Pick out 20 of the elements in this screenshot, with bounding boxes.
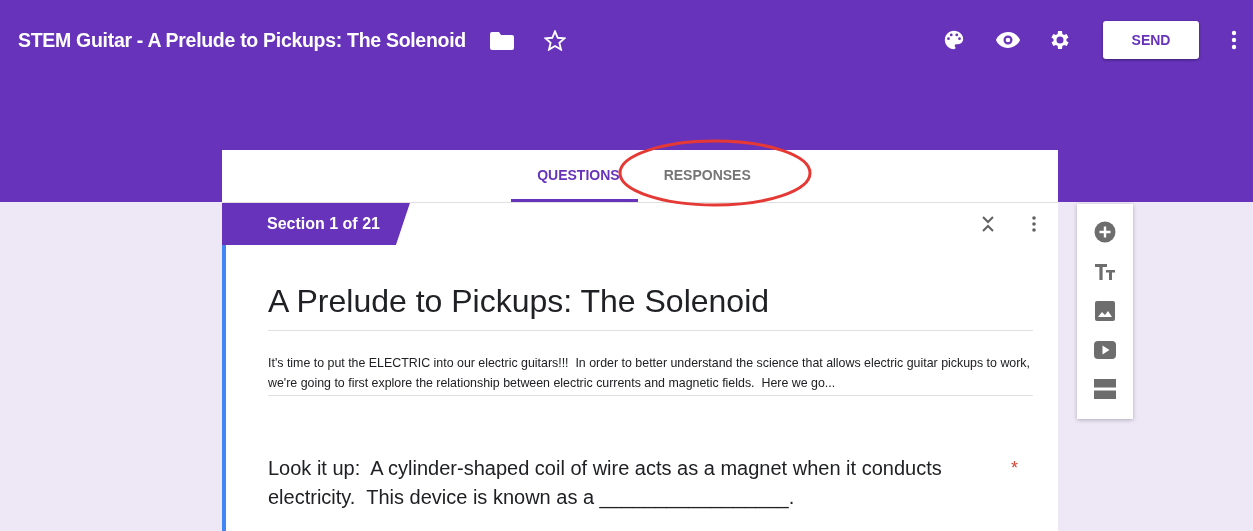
star-icon[interactable] (543, 29, 566, 51)
section-description[interactable]: It's time to put the ELECTRIC into our electric guitars!!! In order to better understand the science that allows electric guitar pickups to work, we're going to first explore the relationship between electric currents and magnetic fields. Here we go... (268, 353, 1033, 396)
video-icon[interactable] (1094, 341, 1116, 359)
section-icon[interactable] (1094, 379, 1116, 399)
add-icon[interactable] (1094, 221, 1116, 243)
send-button[interactable]: SEND (1103, 21, 1199, 59)
section-title[interactable]: A Prelude to Pickups: The Solenoid (268, 283, 1033, 331)
text-size-icon[interactable] (1094, 263, 1116, 281)
eye-icon[interactable] (995, 31, 1021, 49)
palette-icon[interactable] (943, 29, 965, 51)
folder-icon[interactable] (489, 30, 514, 50)
collapse-icon[interactable] (982, 216, 994, 232)
question-text: Look it up: A cylinder-shaped coil of wire acts as a magnet when it conducts electricity. This device is known as a _________________. (268, 456, 943, 511)
form-title[interactable]: STEM Guitar - A Prelude to Pickups: The Solenoid (18, 28, 466, 52)
required-mark: * (1011, 457, 1018, 480)
more-icon[interactable] (1032, 216, 1036, 232)
form-tab[interactable]: QUESTIONS (511, 150, 638, 202)
section-badge: Section 1 of 21 (222, 203, 410, 245)
more-icon[interactable] (1231, 30, 1237, 50)
image-icon[interactable] (1095, 301, 1115, 321)
